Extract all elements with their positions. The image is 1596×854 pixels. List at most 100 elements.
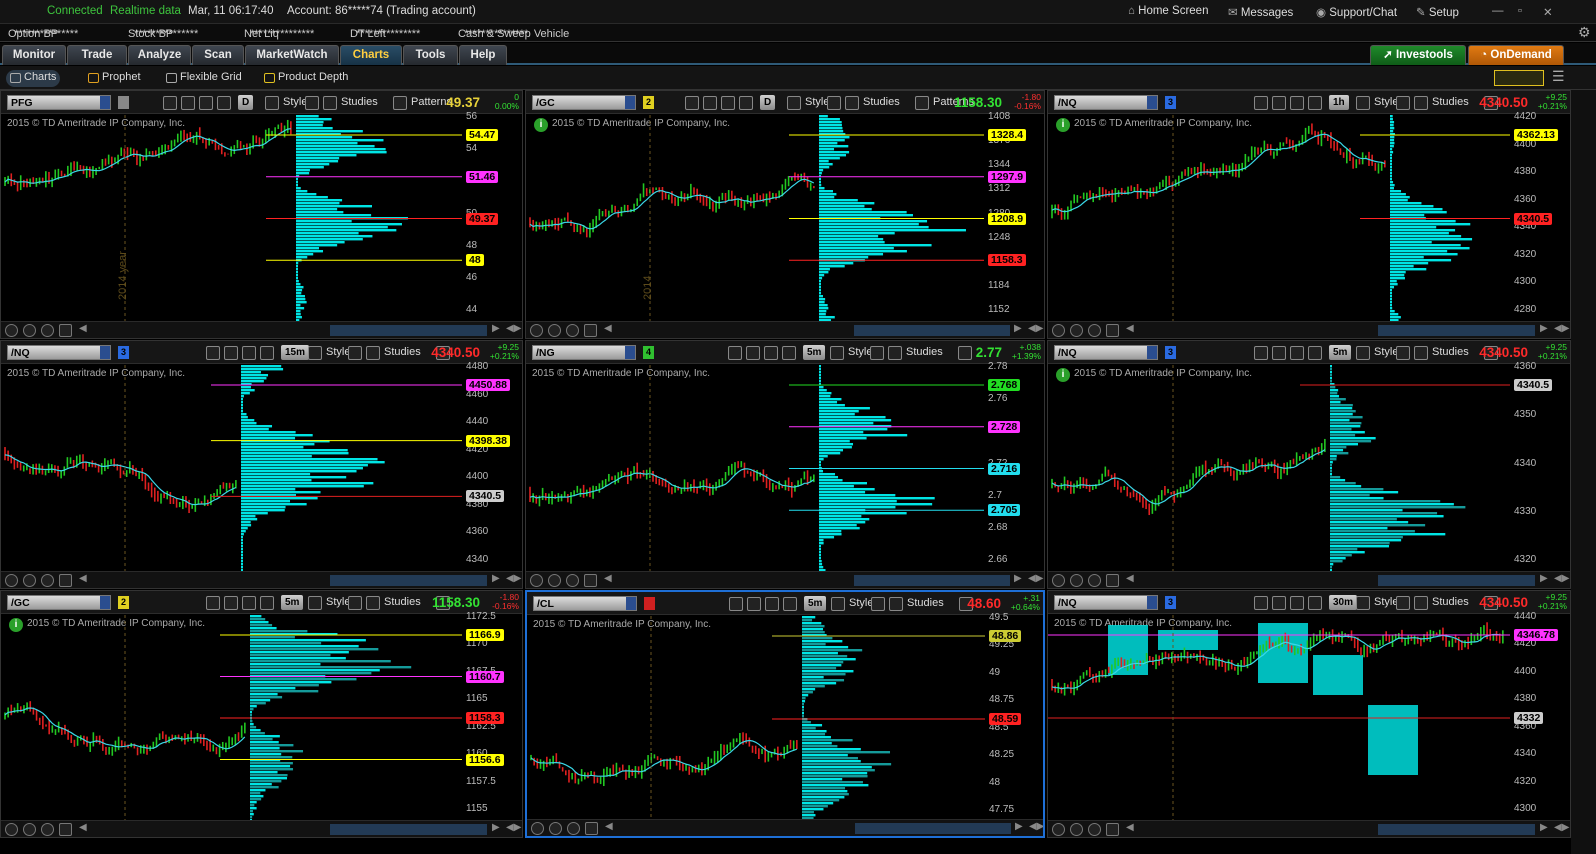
gear-icon[interactable]: ⚙ (1578, 24, 1591, 41)
link-group-badge[interactable]: 2 (643, 96, 654, 109)
home-screen-button[interactable]: ⌂ Home Screen (1128, 5, 1208, 17)
price-chart[interactable] (1, 615, 462, 821)
wrench-icon[interactable] (782, 346, 796, 360)
style-button[interactable]: Style (283, 96, 307, 108)
tab-analyze[interactable]: Analyze (128, 45, 191, 65)
pencil-icon[interactable] (765, 597, 779, 611)
wrench-icon[interactable] (260, 596, 274, 610)
pen-icon[interactable] (1396, 596, 1410, 610)
style-icon[interactable] (787, 96, 801, 110)
drawing-icon[interactable] (206, 346, 220, 360)
price-chart[interactable] (1048, 365, 1510, 572)
studies-button[interactable]: Studies (1432, 96, 1469, 108)
timeframe-button[interactable]: D (760, 95, 776, 110)
studies-button[interactable]: Studies (1432, 596, 1469, 608)
crosshair-icon[interactable] (224, 596, 238, 610)
studies-icon[interactable] (323, 96, 337, 110)
chart-panel[interactable]: /NQ 3 5m Style Studies 4340.50 +9.25 +0.21%… (1047, 340, 1571, 589)
scroll-left-icon[interactable]: ◀ (79, 573, 87, 584)
link-group-badge[interactable]: 3 (1165, 96, 1176, 109)
zoom-in-icon[interactable] (1070, 324, 1083, 337)
subtab-product-depth[interactable]: Product Depth (260, 70, 352, 87)
drawing-icon[interactable] (206, 596, 220, 610)
horizontal-scrollbar[interactable] (854, 325, 1010, 336)
studies-button[interactable]: Studies (906, 346, 943, 358)
drawing-icon[interactable] (685, 96, 699, 110)
horizontal-scrollbar[interactable] (330, 575, 487, 586)
chart-panel[interactable]: /NQ 3 30m Style Studies 4340.50 +9.25 +0.21… (1047, 590, 1571, 838)
style-button[interactable]: Style (1374, 346, 1398, 358)
timeframe-button[interactable]: 15m (281, 345, 310, 360)
symbol-input[interactable]: PFG (7, 95, 111, 110)
style-button[interactable]: Style (1374, 96, 1398, 108)
pen-icon[interactable] (348, 346, 362, 360)
timeframe-button[interactable]: D (238, 95, 254, 110)
timeframe-button[interactable]: 5m (803, 345, 826, 360)
zoom-in-icon[interactable] (1070, 574, 1083, 587)
zoom-in-icon[interactable] (23, 823, 36, 836)
scroll-left-icon[interactable]: ◀ (1126, 573, 1134, 584)
studies-icon[interactable] (888, 346, 902, 360)
wrench-icon[interactable] (217, 96, 231, 110)
pan-icon[interactable] (1052, 324, 1065, 337)
scroll-right-icon[interactable]: ▶ (492, 323, 500, 334)
zoom-out-icon[interactable] (1088, 823, 1101, 836)
subtab-prophet[interactable]: Prophet (84, 70, 145, 87)
crosshair-icon[interactable] (181, 96, 195, 110)
zoom-out-icon[interactable] (41, 823, 54, 836)
chart-panel[interactable]: /GC 2 5m Style Studies 1158.30 -1.80 -0.16%… (0, 590, 523, 838)
tab-monitor[interactable]: Monitor (2, 45, 66, 65)
crosshair-icon[interactable] (1272, 596, 1286, 610)
style-button[interactable]: Style (326, 596, 350, 608)
style-button[interactable]: Style (805, 96, 829, 108)
grid-layout-button[interactable] (1494, 70, 1544, 86)
horizontal-scrollbar[interactable] (854, 575, 1010, 586)
messages-button[interactable]: ✉ Messages (1228, 5, 1293, 19)
zoom-out-icon[interactable] (566, 324, 579, 337)
expand-icon[interactable]: ◀▶ (1028, 323, 1043, 334)
price-chart[interactable] (1048, 115, 1510, 322)
pencil-icon[interactable] (1290, 346, 1304, 360)
menu-icon[interactable]: ☰ (1552, 68, 1565, 85)
studies-icon[interactable] (845, 96, 859, 110)
zoom-out-icon[interactable] (1088, 574, 1101, 587)
price-chart[interactable] (526, 115, 984, 322)
price-chart[interactable] (526, 365, 984, 572)
crosshair-icon[interactable] (1272, 96, 1286, 110)
horizontal-scrollbar[interactable] (330, 824, 487, 835)
studies-button[interactable]: Studies (907, 597, 944, 609)
zoom-out-icon[interactable] (1088, 324, 1101, 337)
zoom-out-icon[interactable] (566, 574, 579, 587)
pen-icon[interactable] (305, 96, 319, 110)
investools-button[interactable]: ➚ Investools (1370, 45, 1466, 65)
chart-panel[interactable]: /NQ 3 1h Style Studies 4340.50 +9.25 +0.21%… (1047, 90, 1571, 339)
drawing-icon[interactable] (728, 346, 742, 360)
pan-icon[interactable] (5, 823, 18, 836)
subtab-charts[interactable]: Charts (6, 70, 61, 87)
chart-settings-icon[interactable] (958, 346, 972, 360)
scroll-right-icon[interactable]: ▶ (1014, 573, 1022, 584)
studies-icon[interactable] (1414, 96, 1428, 110)
drawing-icon[interactable] (1254, 596, 1268, 610)
pencil-icon[interactable] (721, 96, 735, 110)
link-group-badge[interactable]: 3 (1165, 346, 1176, 359)
style-button[interactable]: Style (849, 597, 873, 609)
tab-charts[interactable]: Charts (340, 45, 402, 65)
wrench-icon[interactable] (1308, 96, 1322, 110)
scroll-left-icon[interactable]: ◀ (1126, 822, 1134, 833)
pencil-icon[interactable] (764, 346, 778, 360)
pen-icon[interactable] (348, 596, 362, 610)
studies-icon[interactable] (1414, 346, 1428, 360)
dollar-icon[interactable] (1106, 823, 1119, 836)
pen-icon[interactable] (870, 346, 884, 360)
style-icon[interactable] (265, 96, 279, 110)
crosshair-icon[interactable] (746, 346, 760, 360)
symbol-input[interactable]: /GC (532, 95, 636, 110)
drawing-icon[interactable] (729, 597, 743, 611)
chart-panel[interactable]: /CL 5m Style Studies 48.60 +.31 +0.64% 201… (525, 590, 1045, 838)
pan-icon[interactable] (1052, 823, 1065, 836)
scroll-right-icon[interactable]: ▶ (1015, 821, 1023, 832)
pan-icon[interactable] (5, 324, 18, 337)
support-chat-button[interactable]: ◉ Support/Chat (1316, 5, 1397, 19)
zoom-in-icon[interactable] (548, 324, 561, 337)
